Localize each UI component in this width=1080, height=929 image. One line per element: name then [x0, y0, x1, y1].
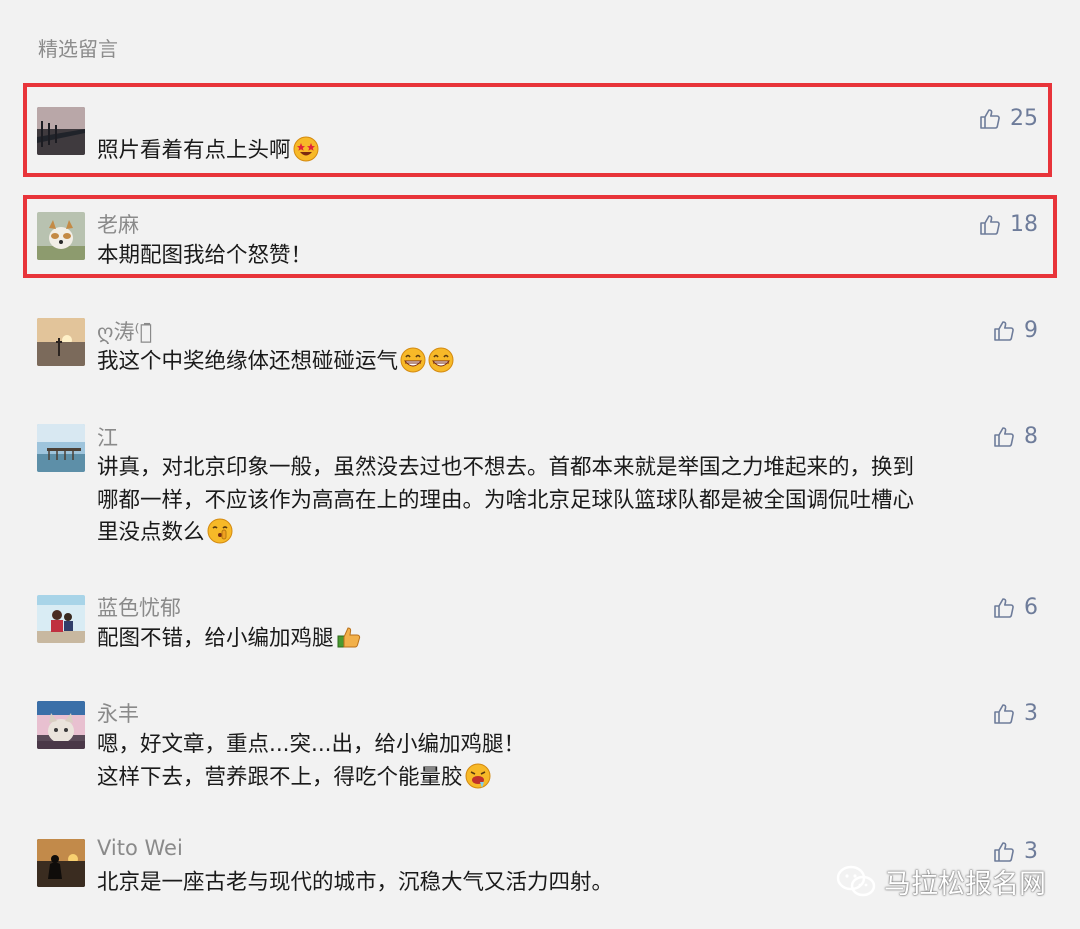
like-count: 8 [1024, 424, 1038, 449]
avatar[interactable] [37, 595, 85, 643]
thumbs-up-icon [994, 426, 1014, 447]
like-count: 9 [1024, 318, 1038, 343]
avatar[interactable] [37, 107, 85, 155]
like-count: 25 [1010, 106, 1038, 131]
avatar[interactable] [37, 318, 85, 366]
grin-emoji-icon [400, 347, 426, 373]
avatar[interactable] [37, 701, 85, 749]
commenter-name[interactable]: 永丰 [97, 698, 139, 728]
like-button[interactable]: 3 [992, 839, 1038, 864]
comment-text: 我这个中奖绝缘体还想碰碰运气 [97, 346, 1042, 379]
thumbs-up-icon [994, 320, 1014, 341]
like-count: 18 [1010, 212, 1038, 237]
grin-emoji-icon [428, 347, 454, 373]
commenter-name[interactable]: Vito Wei [97, 836, 183, 860]
commenter-name[interactable]: 老麻 [97, 209, 139, 239]
avatar[interactable] [37, 212, 85, 260]
like-count: 3 [1024, 839, 1038, 864]
section-title: 精选留言 [38, 37, 118, 61]
watermark: 马拉松报名网 [836, 862, 1046, 901]
comment-text: 配图不错，给小编加鸡腿 [97, 623, 1042, 656]
shush-emoji-icon [207, 518, 233, 544]
avatar[interactable] [37, 839, 85, 887]
like-button[interactable]: 8 [992, 424, 1038, 449]
like-button[interactable]: 18 [978, 212, 1038, 237]
thumbs-up-icon [980, 214, 1000, 235]
like-count: 6 [1024, 595, 1038, 620]
thumbs-up-icon [994, 597, 1014, 618]
commenter-name[interactable]: 蓝色忧郁 [97, 592, 181, 622]
like-button[interactable]: 9 [992, 318, 1038, 343]
thumbs-up-icon [980, 108, 1000, 129]
thumbs-up-emoji-icon [336, 624, 362, 650]
comment-text: 讲真，对北京印象一般，虽然没去过也不想去。首都本来就是举国之力堆起来的，换到 哪… [97, 455, 915, 545]
commenter-name[interactable]: ღ涛⁽ঞ̄ [97, 316, 152, 346]
like-count: 3 [1024, 701, 1038, 726]
commenter-name[interactable]: 江 [97, 422, 118, 452]
like-button[interactable]: 3 [992, 701, 1038, 726]
star-eyes-emoji-icon [293, 136, 319, 162]
like-button[interactable]: 25 [978, 106, 1038, 131]
watermark-text: 马拉松报名网 [884, 869, 1046, 900]
comment-text: 本期配图我给个怒赞！ [97, 243, 313, 268]
thumbs-up-icon [994, 841, 1014, 862]
avatar[interactable] [37, 424, 85, 472]
comment-text: 嗯，好文章，重点...突...出，给小编加鸡腿！ 这样下去，营养跟不上，得吃个能… [97, 732, 526, 790]
like-button[interactable]: 6 [992, 595, 1038, 620]
drool-emoji-icon [465, 763, 491, 789]
comment-text: 照片看着有点上头啊 [97, 135, 1042, 168]
thumbs-up-icon [994, 703, 1014, 724]
wechat-icon [836, 865, 876, 896]
